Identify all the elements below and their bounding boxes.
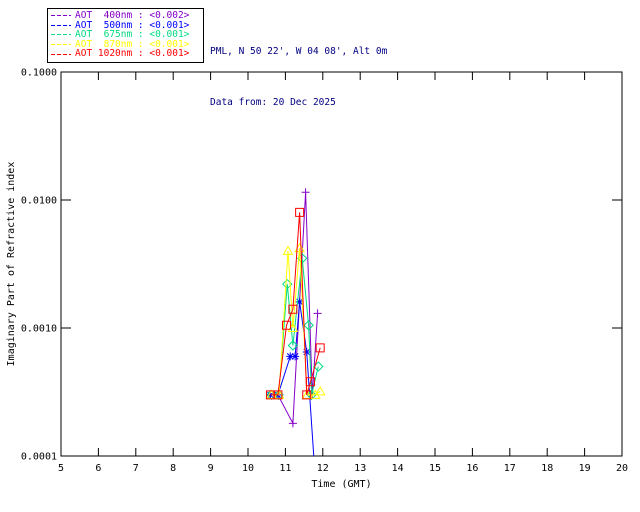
y-axis-title: Imaginary Part of Refractive index xyxy=(6,162,17,367)
aot-refractive-index-plot: AOT 400nm : <0.002> AOT 500nm : <0.001> AO… xyxy=(0,0,640,512)
x-tick-label: 12 xyxy=(317,463,329,474)
x-tick-label: 8 xyxy=(170,463,176,474)
chart-plot-area: 5 6 7 8 9 10 11 12 13 14 15 16 17 18 19 20 0.1000 0.0100 0… xyxy=(6,68,628,491)
x-tick-label: 20 xyxy=(616,463,628,474)
x-tick-label: 5 xyxy=(58,463,64,474)
y-tick-label: 0.0001 xyxy=(21,452,57,463)
x-tick-label: 17 xyxy=(504,463,516,474)
x-tick-label: 6 xyxy=(95,463,101,474)
y-tick-label: 0.0010 xyxy=(21,324,57,335)
x-tick-label: 15 xyxy=(429,463,441,474)
x-axis-title: Time (GMT) xyxy=(311,479,371,490)
x-tick-label: 7 xyxy=(133,463,139,474)
axes-frame xyxy=(60,71,623,457)
series-line xyxy=(270,192,319,426)
x-tick-label: 10 xyxy=(242,463,254,474)
x-tick-label: 19 xyxy=(579,463,591,474)
x-tick-label: 9 xyxy=(208,463,214,474)
y-tick-label: 0.0100 xyxy=(21,196,57,207)
x-tick-label: 16 xyxy=(466,463,478,474)
x-tick-label: 14 xyxy=(392,463,404,474)
x-tick-label: 18 xyxy=(541,463,553,474)
y-tick-label: 0.1000 xyxy=(21,68,57,79)
x-tick-label: 11 xyxy=(279,463,291,474)
x-tick-label: 13 xyxy=(354,463,366,474)
